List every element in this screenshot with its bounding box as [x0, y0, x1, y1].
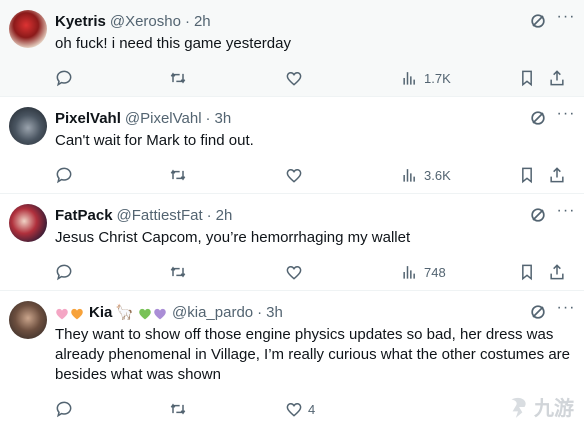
green-heart-icon [138, 307, 151, 319]
tweet-card[interactable]: Kia 🦙 @kia_pardo · 3h ··· They want to s… [0, 291, 584, 427]
tweet-header: FatPack @FattiestFat · 2h [55, 205, 232, 225]
bookmark-button[interactable] [517, 163, 537, 187]
grok-icon[interactable] [528, 302, 548, 322]
timestamp[interactable]: 2h [194, 13, 211, 30]
retweet-icon [170, 266, 186, 278]
reply-button[interactable] [54, 66, 74, 90]
timestamp[interactable]: 2h [216, 207, 233, 224]
avatar[interactable] [9, 10, 47, 48]
retweet-button[interactable] [168, 397, 188, 421]
view-count: 748 [424, 264, 446, 280]
action-bar: 748 [50, 260, 576, 284]
action-bar: 4 [50, 397, 576, 421]
retweet-button[interactable] [168, 260, 188, 284]
reply-button[interactable] [54, 163, 74, 187]
views-icon [403, 169, 415, 182]
bookmark-button[interactable] [517, 66, 537, 90]
jiuyou-logo-icon [511, 397, 526, 418]
reply-icon [56, 401, 72, 418]
retweet-button[interactable] [168, 66, 188, 90]
retweet-icon [170, 169, 186, 181]
llama-icon: 🦙 [115, 303, 135, 321]
views-icon [403, 72, 415, 85]
tweet-header: Kia 🦙 @kia_pardo · 3h [55, 302, 283, 322]
display-name[interactable]: Kia [89, 304, 112, 321]
tweet-card[interactable]: PixelVahl @PixelVahl · 3h ··· Can't wait… [0, 97, 584, 194]
like-icon [286, 72, 302, 86]
watermark-text: 九游 [534, 398, 574, 420]
more-icon[interactable]: ··· [556, 8, 576, 28]
like-button[interactable] [284, 260, 308, 284]
reply-button[interactable] [54, 397, 74, 421]
grok-icon[interactable] [528, 11, 548, 31]
reply-button[interactable] [54, 260, 74, 284]
like-button[interactable] [284, 163, 308, 187]
share-icon [550, 167, 564, 183]
views-button[interactable]: 3.6K [400, 163, 451, 187]
bookmark-icon [522, 167, 532, 184]
retweet-icon [170, 403, 186, 415]
like-button[interactable] [284, 66, 308, 90]
more-icon[interactable]: ··· [556, 105, 576, 125]
tweet-text: They want to show off those engine physi… [55, 326, 570, 383]
retweet-button[interactable] [168, 163, 188, 187]
view-count: 3.6K [424, 167, 451, 183]
views-icon [403, 266, 415, 279]
share-icon [550, 70, 564, 86]
orange-heart-icon [70, 307, 83, 319]
views-button[interactable]: 748 [400, 260, 446, 284]
more-icon[interactable]: ··· [556, 299, 576, 319]
user-handle[interactable]: @FattiestFat [117, 207, 203, 224]
tweet-card[interactable]: Kyetris @Xerosho · 2h ··· oh fuck! i nee… [0, 0, 584, 97]
reply-icon [56, 70, 72, 87]
timestamp[interactable]: 3h [266, 304, 283, 321]
display-name[interactable]: Kyetris [55, 13, 106, 30]
tweet-text: oh fuck! i need this game yesterday [55, 35, 291, 52]
separator-dot: · [205, 109, 211, 127]
bookmark-button[interactable] [517, 260, 537, 284]
views-button[interactable]: 1.7K [400, 66, 451, 90]
like-icon [286, 266, 302, 280]
separator-dot: · [184, 12, 190, 30]
action-bar: 3.6K [50, 163, 576, 187]
share-button[interactable] [547, 66, 567, 90]
user-handle[interactable]: @kia_pardo [172, 304, 253, 321]
share-button[interactable] [547, 260, 567, 284]
more-icon[interactable]: ··· [556, 202, 576, 222]
avatar[interactable] [9, 204, 47, 242]
action-bar: 1.7K [50, 66, 576, 90]
display-name[interactable]: FatPack [55, 207, 113, 224]
pink-heart-icon [55, 307, 68, 319]
avatar[interactable] [9, 301, 47, 339]
tweet-header: Kyetris @Xerosho · 2h [55, 11, 211, 31]
like-count: 4 [308, 401, 316, 417]
watermark: 九游 [505, 392, 574, 421]
reply-icon [56, 167, 72, 184]
grok-icon[interactable] [528, 108, 548, 128]
separator-dot: · [257, 303, 263, 321]
reply-icon [56, 264, 72, 281]
share-icon [550, 264, 564, 280]
tweet-text: Can't wait for Mark to find out. [55, 132, 254, 149]
bookmark-icon [522, 264, 532, 281]
bookmark-icon [522, 70, 532, 87]
tweet-header: PixelVahl @PixelVahl · 3h [55, 108, 231, 128]
avatar[interactable] [9, 107, 47, 145]
share-button[interactable] [547, 163, 567, 187]
like-icon [286, 169, 302, 183]
view-count: 1.7K [424, 70, 451, 86]
user-handle[interactable]: @PixelVahl [125, 110, 202, 127]
display-name[interactable]: PixelVahl [55, 110, 121, 127]
like-icon [286, 403, 302, 417]
separator-dot: · [206, 206, 212, 224]
grok-icon[interactable] [528, 205, 548, 225]
tweet-card[interactable]: FatPack @FattiestFat · 2h ··· Jesus Chri… [0, 194, 584, 291]
timestamp[interactable]: 3h [215, 110, 232, 127]
retweet-icon [170, 72, 186, 84]
like-button[interactable]: 4 [284, 397, 315, 421]
purple-heart-icon [153, 307, 166, 319]
user-handle[interactable]: @Xerosho [110, 13, 181, 30]
tweet-text: Jesus Christ Capcom, you’re hemorrhaging… [55, 229, 411, 246]
